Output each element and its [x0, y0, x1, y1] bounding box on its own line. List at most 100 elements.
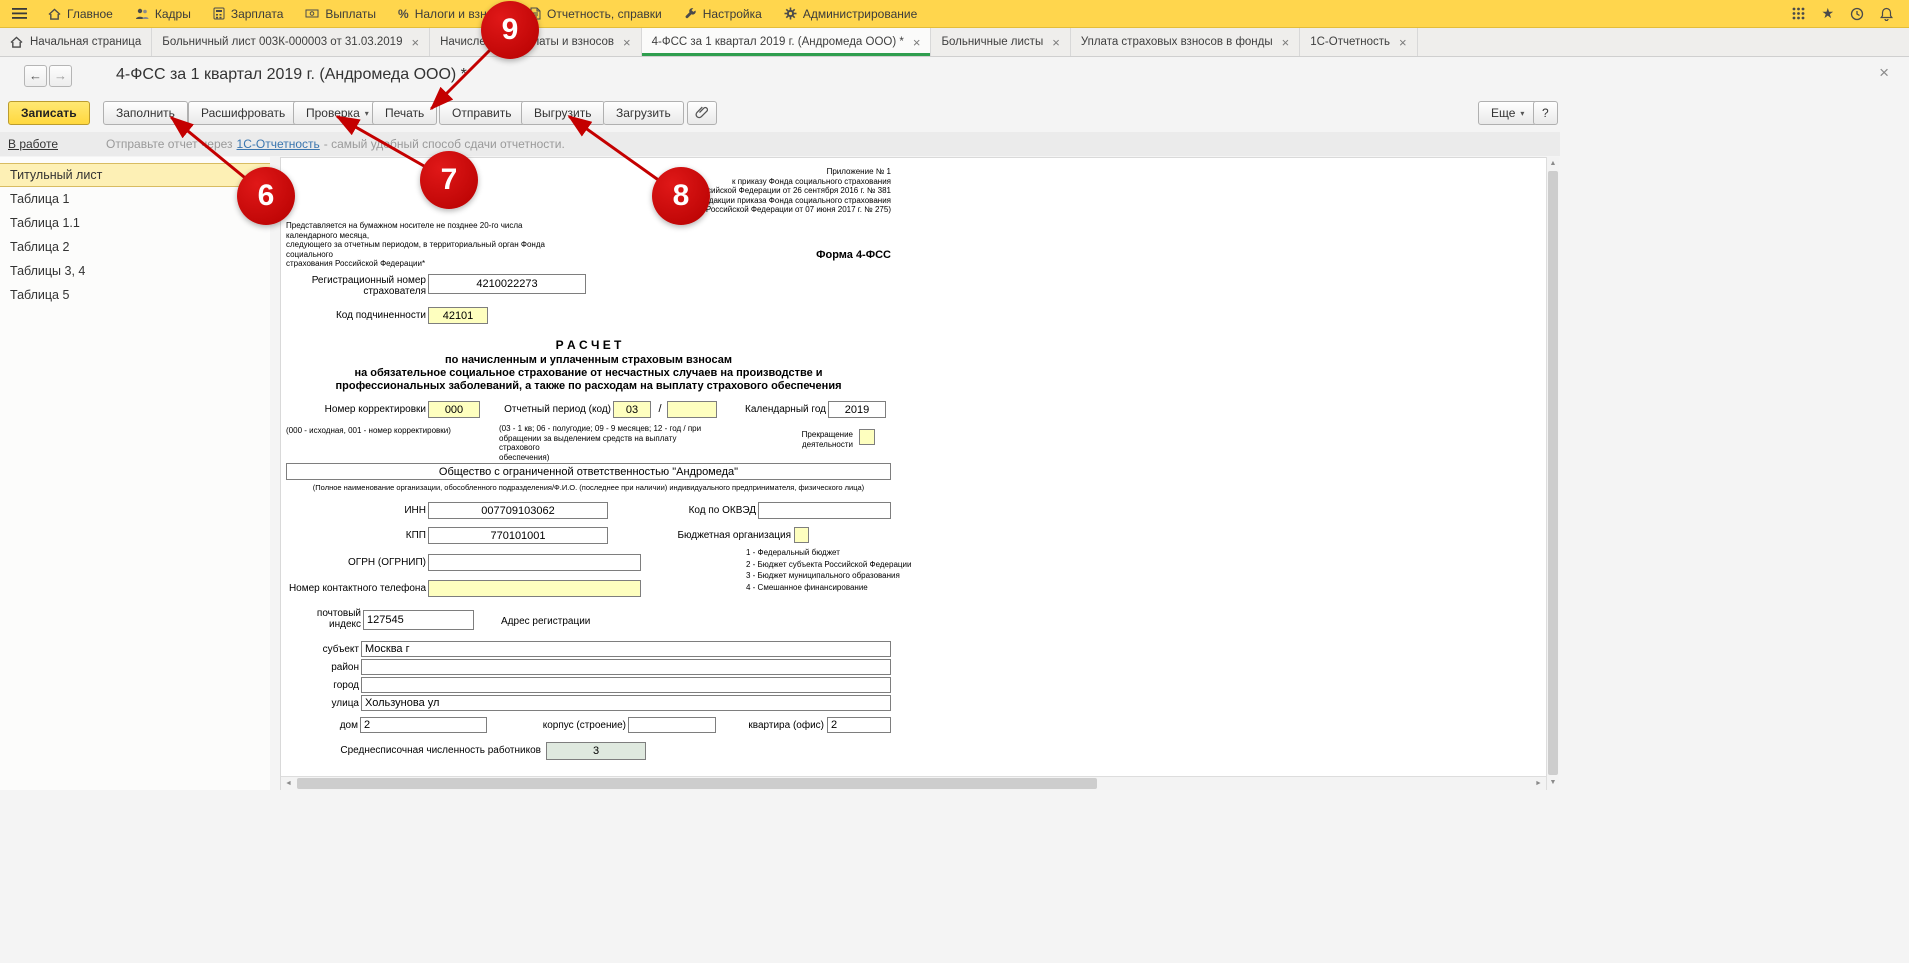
send-button[interactable]: Отправить [439, 101, 525, 125]
fill-button[interactable]: Заполнить [103, 101, 188, 125]
menu-item-main[interactable]: Главное [37, 0, 124, 28]
menu-item-settings[interactable]: Настройка [673, 0, 773, 28]
address-district-field[interactable] [361, 659, 891, 675]
scroll-up-icon[interactable]: ▲ [1547, 157, 1559, 171]
history-clock-icon[interactable] [1850, 7, 1864, 21]
open-windows-tabbar: Начальная страница Больничный лист 003К-… [0, 28, 1909, 57]
home-section-icon [48, 8, 61, 20]
scroll-right-icon[interactable]: ► [1531, 777, 1546, 790]
calc-subtitle-3: профессиональных заболеваний, а также по… [286, 380, 891, 392]
tab-1c-reporting[interactable]: 1С-Отчетность × [1300, 28, 1417, 56]
report-period-field[interactable] [613, 401, 651, 418]
tab-4fss-report[interactable]: 4-ФСС за 1 квартал 2019 г. (Андромеда ОО… [642, 28, 932, 56]
import-button[interactable]: Загрузить [603, 101, 684, 125]
kpp-field[interactable] [428, 527, 608, 544]
menu-item-label: Отчетность, справки [547, 7, 662, 21]
contact-phone-field[interactable] [428, 580, 641, 597]
tab-label: Начальная страница [30, 36, 141, 48]
okved-field[interactable] [758, 502, 891, 519]
decrypt-button[interactable]: Расшифровать [188, 101, 298, 125]
calc-subtitle-1: по начисленным и уплаченным страховым вз… [286, 354, 891, 366]
budget-types-note: 1 - Федеральный бюджет 2 - Бюджет субъек… [746, 547, 966, 593]
tab-close-icon[interactable]: × [411, 35, 419, 50]
address-house-field[interactable] [360, 717, 487, 733]
report-status-bar: В работе Отправьте отчет через 1С-Отчетн… [0, 132, 1560, 156]
correction-number-field[interactable] [428, 401, 480, 418]
save-button[interactable]: Записать [8, 101, 90, 125]
sidebar-item-table-1-1[interactable]: Таблица 1.1 [0, 211, 270, 235]
menu-item-label: Выплаты [325, 7, 376, 21]
calc-title: Р А С Ч Е Т [286, 338, 891, 352]
favorites-star-icon[interactable]: ★ [1821, 5, 1834, 22]
address-city-field[interactable] [361, 677, 891, 693]
form-close-icon[interactable]: × [1879, 63, 1889, 83]
ogrn-field[interactable] [428, 554, 641, 571]
menu-item-payments[interactable]: Выплаты [294, 0, 387, 28]
check-button[interactable]: Проверка▾ [293, 101, 382, 125]
report-state-link[interactable]: В работе [8, 137, 58, 151]
nav-back-button[interactable]: ← [24, 65, 47, 87]
headcount-field[interactable] [546, 742, 646, 760]
send-button-label: Отправить [452, 106, 512, 120]
registration-number-field[interactable] [428, 274, 586, 294]
decrypt-button-label: Расшифровать [201, 106, 285, 120]
sidebar-item-table-2[interactable]: Таблица 2 [0, 235, 270, 259]
address-city-label: город [281, 680, 359, 691]
notifications-bell-icon[interactable] [1880, 7, 1893, 21]
tab-label: 1С-Отчетность [1310, 36, 1390, 48]
tab-contributions-payment[interactable]: Уплата страховых взносов в фонды × [1071, 28, 1300, 56]
subordination-code-field[interactable] [428, 307, 488, 324]
horizontal-scroll-thumb[interactable] [297, 778, 1097, 789]
postal-index-label: почтовый индекс [303, 608, 361, 630]
nav-forward-button[interactable]: → [49, 65, 72, 87]
address-apartment-field[interactable] [827, 717, 891, 733]
tab-close-icon[interactable]: × [623, 35, 631, 50]
address-subject-field[interactable] [361, 641, 891, 657]
people-icon [135, 7, 149, 20]
apps-grid-icon[interactable] [1792, 7, 1805, 20]
address-street-field[interactable] [361, 695, 891, 711]
postal-index-field[interactable] [363, 610, 474, 630]
more-actions-button[interactable]: Еще▾ [1478, 101, 1537, 125]
scroll-down-icon[interactable]: ▼ [1547, 776, 1559, 790]
print-button[interactable]: Печать [372, 101, 437, 125]
tab-home[interactable]: Начальная страница [0, 28, 152, 56]
sidebar-item-table-1[interactable]: Таблица 1 [0, 187, 270, 211]
tab-close-icon[interactable]: × [1282, 35, 1290, 50]
tab-label: Уплата страховых взносов в фонды [1081, 36, 1273, 48]
organization-name-field[interactable] [286, 463, 891, 480]
attachments-button[interactable] [687, 101, 717, 125]
tab-close-icon[interactable]: × [913, 35, 921, 50]
sidebar-item-table-5[interactable]: Таблица 5 [0, 283, 270, 307]
menu-item-administration[interactable]: Администрирование [773, 0, 928, 28]
inn-field[interactable] [428, 502, 608, 519]
tab-sick-leaves-list[interactable]: Больничные листы × [931, 28, 1070, 56]
vertical-scrollbar[interactable]: ▲ ▼ [1546, 157, 1559, 790]
report-sections-sidebar: Титульный лист Таблица 1 Таблица 1.1 Таб… [0, 157, 270, 790]
menu-item-reports[interactable]: Отчетность, справки [519, 0, 673, 28]
tab-close-icon[interactable]: × [1399, 35, 1407, 50]
correction-hint-note: (000 - исходная, 001 - номер корректиров… [286, 426, 486, 436]
export-button[interactable]: Выгрузить [521, 101, 605, 125]
hamburger-menu-button[interactable] [8, 0, 37, 28]
help-button[interactable]: ? [1533, 101, 1558, 125]
sidebar-item-tables-3-4[interactable]: Таблицы 3, 4 [0, 259, 270, 283]
vertical-scroll-thumb[interactable] [1548, 171, 1558, 775]
okved-label: Код по ОКВЭД [641, 505, 756, 516]
report-period-field-2[interactable] [667, 401, 717, 418]
callout-number: 9 [502, 13, 519, 47]
address-building-field[interactable] [628, 717, 716, 733]
budget-organization-field[interactable] [794, 527, 809, 543]
tab-sick-leave-doc[interactable]: Больничный лист 003К-000003 от 31.03.201… [152, 28, 430, 56]
calendar-year-field[interactable] [828, 401, 886, 418]
1c-reporting-link[interactable]: 1С-Отчетность [237, 137, 320, 151]
scroll-left-icon[interactable]: ◄ [281, 777, 296, 790]
termination-checkbox-field[interactable] [859, 429, 875, 445]
menu-item-salary[interactable]: Зарплата [202, 0, 295, 28]
tab-close-icon[interactable]: × [1052, 35, 1060, 50]
callout-number: 8 [673, 179, 690, 213]
app-window: Главное Кадры Зарплата Выплаты % Налоги … [0, 0, 1909, 963]
sidebar-item-title-page[interactable]: Титульный лист [0, 163, 270, 187]
menu-item-staff[interactable]: Кадры [124, 0, 202, 28]
horizontal-scrollbar[interactable]: ◄ ► [281, 776, 1546, 790]
